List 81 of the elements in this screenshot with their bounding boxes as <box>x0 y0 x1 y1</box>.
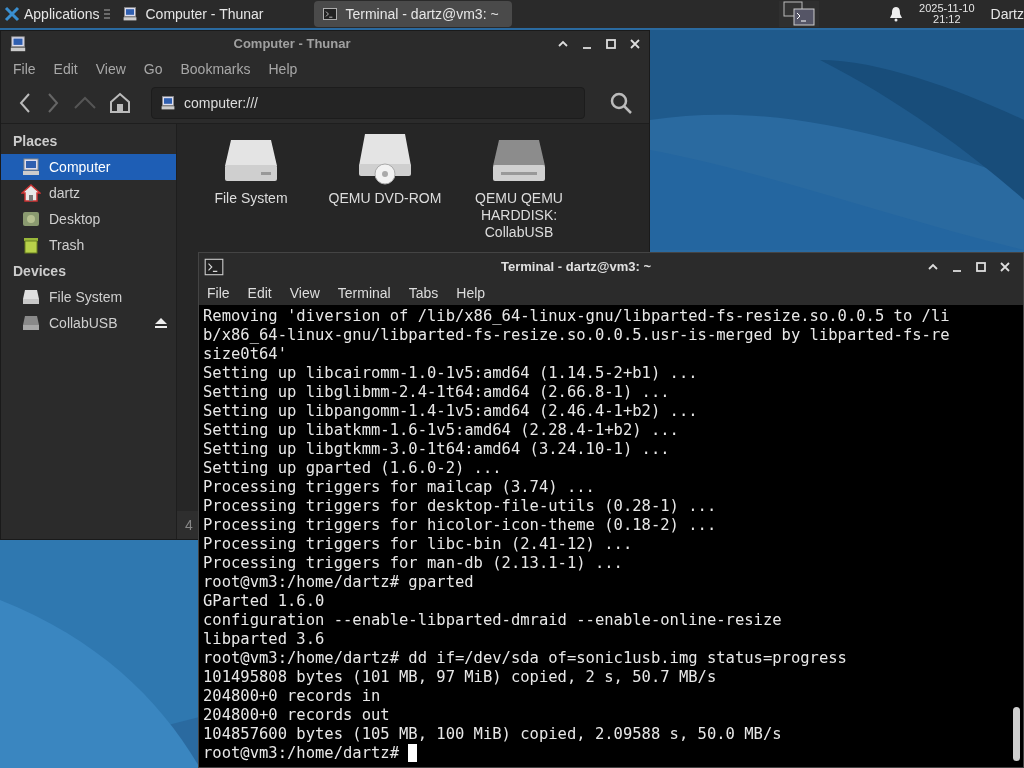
menu-item[interactable]: File <box>13 59 36 80</box>
terminal-line: root@vm3:/home/dartz# <box>203 744 400 763</box>
xfce-logo-icon <box>4 6 20 22</box>
task-button[interactable]: Terminal - dartz@vm3: ~ <box>313 1 512 27</box>
sidebar-item[interactable]: Trash <box>1 232 176 258</box>
terminal-line: Setting up libgtkmm-3.0-1t64:amd64 (3.24.10-1) ... <box>203 440 670 459</box>
terminal-line: 101495808 bytes (101 MB, 97 MiB) copied, 2 s, 50.7 MB/s <box>203 668 717 687</box>
maximize-icon[interactable] <box>605 37 617 50</box>
sidebar-heading: Places <box>12 131 59 151</box>
menu-item[interactable]: Edit <box>247 282 272 304</box>
window-title: Computer - Thunar <box>232 34 352 53</box>
menu-icon <box>103 8 110 20</box>
sidebar-item[interactable]: File System <box>1 284 176 310</box>
applications-menu[interactable]: Applications <box>0 0 104 28</box>
window-title: Terminal - dartz@vm3: ~ <box>499 258 653 277</box>
desktop-icon <box>21 209 41 229</box>
workspace-switcher[interactable] <box>779 0 820 28</box>
drive-item[interactable]: QEMU QEMU HARDDISK: CollabUSB <box>459 126 579 241</box>
sidebar-item[interactable]: Computer <box>1 154 176 180</box>
sidebar-heading: Devices <box>12 261 67 281</box>
close-icon[interactable] <box>999 261 1011 273</box>
menu-item[interactable]: Help <box>268 59 298 80</box>
terminal-line: Processing triggers for desktop-file-utils (0.28-1) ... <box>203 497 717 516</box>
sidebar-item[interactable]: CollabUSB <box>1 310 176 336</box>
menu-item[interactable]: Edit <box>53 59 78 80</box>
terminal-line: Setting up libatkmm-1.6-1v5:amd64 (2.28.4-1+b2) ... <box>203 421 679 440</box>
menu-item[interactable]: Terminal <box>337 282 391 304</box>
clock-time: 21:12 <box>933 14 961 25</box>
trash-icon <box>21 235 41 255</box>
search-icon[interactable] <box>609 91 633 115</box>
menu-item[interactable]: Bookmarks <box>180 59 251 80</box>
menu-item[interactable]: Go <box>143 59 163 80</box>
computer-icon <box>160 95 176 111</box>
terminal-line: configuration --enable-libparted-dmraid --enable-online-resize <box>203 611 782 630</box>
terminal-line: Processing triggers for hicolor-icon-theme (0.18-2) ... <box>203 516 717 535</box>
terminal-line: b/x86_64-linux-gnu/libparted-fs-resize.so.0.0.5.usr-is-merged by libparted-fs-re <box>203 326 950 345</box>
status-text: 4 <box>185 515 193 535</box>
notification-bell-icon[interactable] <box>889 6 904 22</box>
terminal-line: Setting up libpangomm-1.4-1v5:amd64 (2.46.4-1+b2) ... <box>203 402 698 421</box>
eject-icon[interactable] <box>154 317 168 329</box>
maximize-icon[interactable] <box>975 261 987 273</box>
terminal-line: libparted 3.6 <box>203 630 325 649</box>
terminal-line: 204800+0 records in <box>203 687 381 706</box>
menu-item[interactable]: File <box>207 282 230 304</box>
terminal-line: 104857600 bytes (105 MB, 100 MiB) copied, 2.09588 s, 50.0 MB/s <box>203 725 782 744</box>
terminal-line: size0t64' <box>203 345 287 364</box>
home-icon <box>21 183 41 203</box>
menu-item[interactable]: View <box>95 59 126 80</box>
terminal-line: Removing 'diversion of /lib/x86_64-linux-gnu/libparted-fs-resize.so.0.0.5 to /li <box>203 307 950 326</box>
terminal-line: 204800+0 records out <box>203 706 390 725</box>
user-name[interactable]: Dartz <box>990 3 1024 25</box>
terminal-line: Setting up libglibmm-2.4-1t64:amd64 (2.66.8-1) ... <box>203 383 670 402</box>
forward-icon[interactable] <box>45 92 61 114</box>
terminal-line: Processing triggers for libc-bin (2.41-12) ... <box>203 535 633 554</box>
menu-item[interactable]: View <box>289 282 320 304</box>
sidebar-item[interactable]: Desktop <box>1 206 176 232</box>
computer-icon <box>21 157 41 177</box>
drive-item[interactable]: File System <box>191 126 311 207</box>
back-icon[interactable] <box>17 92 33 114</box>
computer-icon <box>9 34 27 53</box>
terminal-line: root@vm3:/home/dartz# dd if=/dev/sda of=sonic1usb.img status=progress <box>203 649 847 668</box>
close-icon[interactable] <box>629 37 641 50</box>
computer-icon <box>121 6 138 22</box>
terminal-line: root@vm3:/home/dartz# gparted <box>203 573 474 592</box>
menu-item[interactable]: Help <box>456 282 486 304</box>
terminal-line: GParted 1.6.0 <box>203 592 325 611</box>
drive-item[interactable]: QEMU DVD-ROM <box>325 126 445 207</box>
terminal-icon <box>203 256 225 278</box>
terminal-line: Processing triggers for mailcap (3.74) ... <box>203 478 595 497</box>
terminal-icon <box>321 6 338 22</box>
terminal-line: Processing triggers for man-db (2.13.1-1) ... <box>203 554 623 573</box>
terminal-line: Setting up libcairomm-1.0-1v5:amd64 (1.14.5-2+b1) ... <box>203 364 698 383</box>
drive-icon <box>21 313 41 333</box>
terminal-line: Setting up gparted (1.6.0-2) ... <box>203 459 502 478</box>
location-field[interactable]: computer:/// <box>151 87 585 119</box>
clock-date: 2025-11-10 <box>919 3 975 14</box>
home-icon[interactable] <box>109 92 131 114</box>
task-button[interactable]: Computer - Thunar <box>113 1 312 27</box>
menu-item[interactable]: Tabs <box>408 282 439 304</box>
drive-icon <box>21 287 41 307</box>
sidebar-item[interactable]: dartz <box>1 180 176 206</box>
